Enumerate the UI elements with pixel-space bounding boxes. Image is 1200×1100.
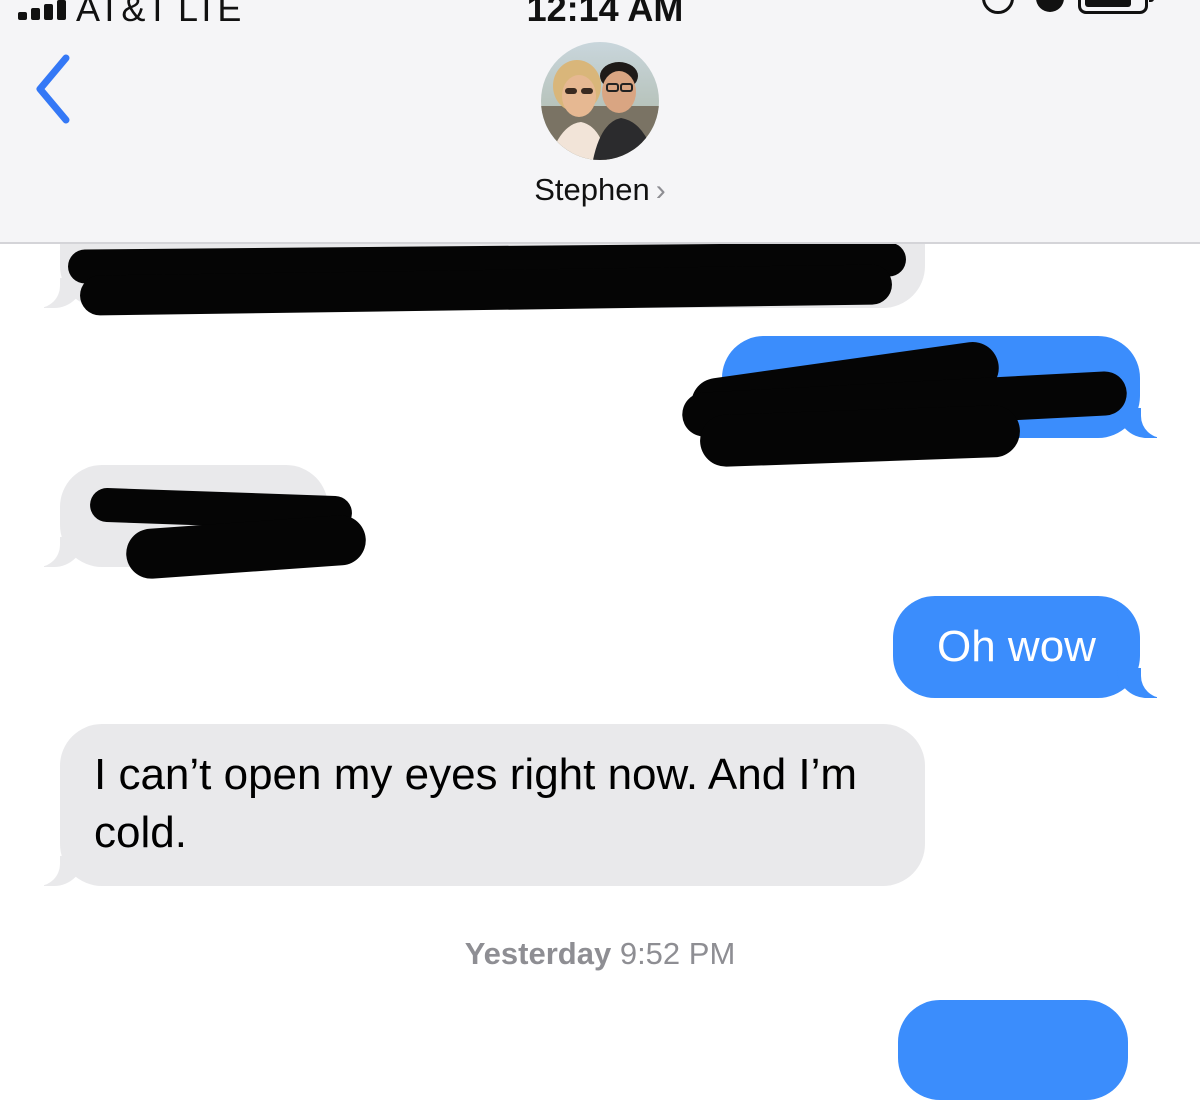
status-icons: [982, 0, 1182, 18]
contact-name-button[interactable]: Stephen ›: [0, 172, 1200, 208]
contact-avatar[interactable]: [541, 42, 659, 160]
contact-photo-icon: [541, 42, 659, 160]
message-timestamp: Yesterday 9:52 PM: [0, 936, 1200, 972]
network-label: LTE: [178, 0, 242, 29]
chevron-left-icon: [36, 54, 70, 124]
rotation-lock-icon: [982, 0, 1014, 14]
timestamp-day: Yesterday: [464, 936, 612, 971]
message-bubble-received[interactable]: I can’t open my eyes right now. And I’m …: [60, 724, 925, 886]
bubble-tail: [26, 274, 84, 308]
chevron-right-icon: ›: [655, 174, 666, 207]
conversation-header: AT&T LTE 12:14 AM Stephen ›: [0, 0, 1200, 244]
alarm-icon: [1036, 0, 1064, 12]
battery-icon: [1078, 0, 1154, 14]
status-time: 12:14 AM: [526, 0, 684, 29]
bubble-tail: [26, 533, 84, 567]
bubble-tail: [26, 852, 84, 886]
message-text: Oh wow: [937, 622, 1096, 671]
redaction-mark: [699, 404, 1021, 468]
back-button[interactable]: [26, 52, 86, 126]
timestamp-time: 9:52 PM: [619, 936, 736, 971]
message-text: I can’t open my eyes right now. And I’m …: [94, 750, 858, 857]
battery-level: [1085, 0, 1131, 7]
signal-icon: [18, 0, 66, 20]
contact-name: Stephen: [534, 172, 650, 207]
carrier-label: AT&T: [76, 0, 170, 29]
bubble-tail: [1117, 664, 1175, 698]
message-bubble-sent[interactable]: [898, 1000, 1128, 1100]
bubble-tail: [1117, 404, 1175, 438]
status-bar: AT&T LTE 12:14 AM: [0, 0, 1200, 29]
message-bubble-sent[interactable]: Oh wow: [893, 596, 1140, 698]
